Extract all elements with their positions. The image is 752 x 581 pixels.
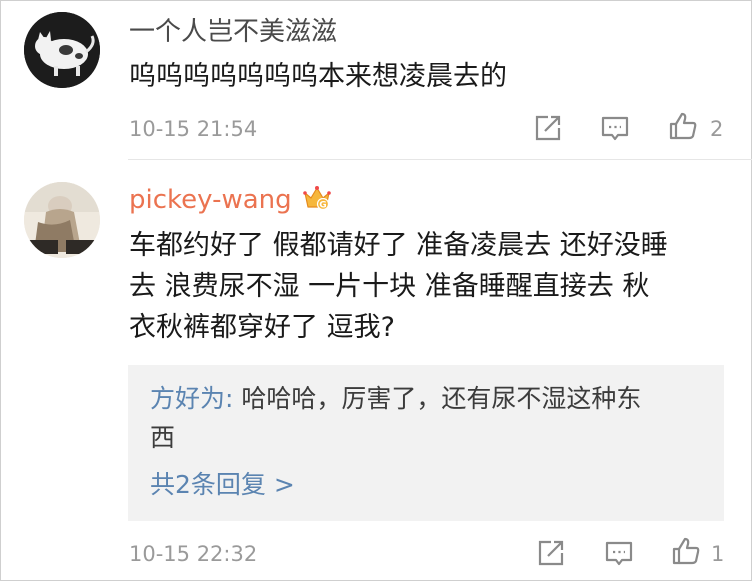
thumbs-up-icon xyxy=(669,112,697,140)
reply-text: 方好为: 哈哈哈，厉害了，还有尿不湿这种东 xyxy=(150,381,641,417)
share-arrow-icon xyxy=(538,540,564,566)
forward-button[interactable] xyxy=(536,538,566,568)
comment-text: 呜呜呜呜呜呜呜本来想凌晨去的 xyxy=(129,61,507,92)
like-count: 2 xyxy=(710,117,724,141)
comment-timestamp: 10-15 21:54 xyxy=(129,117,258,141)
user-avatar[interactable] xyxy=(24,182,100,258)
svg-text:G: G xyxy=(319,201,326,211)
like-button[interactable] xyxy=(668,111,698,141)
like-button[interactable] xyxy=(671,536,701,566)
cat-avatar-icon xyxy=(24,12,100,88)
comment-text-line: 车都约好了 假都请好了 准备凌晨去 还好没睡 xyxy=(129,230,668,261)
comment-item: pickey-wang G 车都约好了 假都请好了 准备凌晨去 还好没睡 去 浪… xyxy=(0,160,752,581)
reply-text-continued: 西 xyxy=(150,423,176,452)
person-avatar-icon xyxy=(24,182,100,258)
comment-username[interactable]: pickey-wang xyxy=(129,184,292,216)
comment-button[interactable] xyxy=(604,539,634,569)
vip-crown-badge: G xyxy=(302,183,332,213)
reply-separator: : xyxy=(225,384,242,413)
comment-timestamp: 10-15 22:32 xyxy=(129,542,258,566)
comment-text-line: 去 浪费尿不湿 一片十块 准备睡醒直接去 秋 xyxy=(129,271,650,302)
comment-button[interactable] xyxy=(600,114,630,144)
forward-button[interactable] xyxy=(533,113,563,143)
reply-content: 哈哈哈，厉害了，还有尿不湿这种东 xyxy=(241,384,642,413)
reply-box[interactable]: 方好为: 哈哈哈，厉害了，还有尿不湿这种东 西 共2条回复 > xyxy=(128,365,724,521)
comment-item: 一个人岂不美滋滋 呜呜呜呜呜呜呜本来想凌晨去的 10-15 21:54 2 xyxy=(0,0,752,160)
comment-text-line: 衣秋裤都穿好了 逗我? xyxy=(129,312,395,343)
comment-username[interactable]: 一个人岂不美滋滋 xyxy=(129,16,337,48)
share-arrow-icon xyxy=(535,115,561,141)
thumbs-up-icon xyxy=(672,537,700,565)
user-avatar[interactable] xyxy=(24,12,100,88)
comment-bubble-icon xyxy=(601,116,629,141)
reply-author[interactable]: 方好为 xyxy=(150,384,225,413)
like-count: 1 xyxy=(711,542,725,566)
comment-bubble-icon xyxy=(605,541,633,566)
more-replies-link[interactable]: 共2条回复 > xyxy=(150,469,295,501)
